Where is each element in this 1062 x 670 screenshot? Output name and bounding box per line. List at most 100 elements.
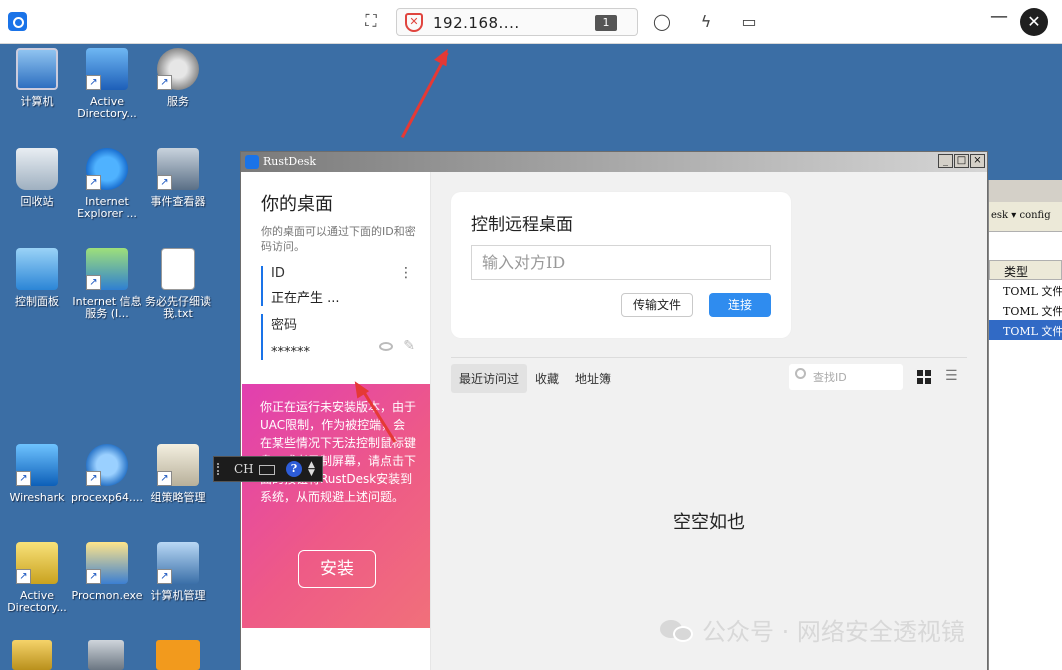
desktop-icon-label: Active Directory... [7,589,67,614]
show-password-eye-icon[interactable] [379,342,393,351]
desktop-icon-active-directory[interactable]: Active Directory... [70,48,144,120]
recycle-bin-icon [16,148,58,190]
file-row[interactable]: TOML 文件 [989,280,1062,300]
desktop-icon-label: 服务 [167,95,189,108]
rustdesk-window: RustDesk _ □ × 你的桌面 你的桌面可以通过下面的ID和密码访问。 … [240,151,988,670]
remote-control-card: 控制远程桌面 输入对方ID 传输文件 连接 [451,192,791,338]
iis-icon [86,248,128,290]
services-gear-icon [157,48,199,90]
file-row-selected[interactable]: TOML 文件 [989,320,1062,340]
procmon-icon [86,542,128,584]
column-header-type[interactable]: 类型 [989,260,1062,280]
window-title: RustDesk [263,155,317,168]
your-desktop-description: 你的桌面可以通过下面的ID和密码访问。 [261,225,416,253]
security-shield-icon[interactable]: ✕ [405,13,423,32]
desktop-icon-label: 控制面板 [15,295,59,308]
desktop-icon-label: Internet 信息服务 (I... [72,295,142,320]
computer-icon [16,48,58,90]
desktop-icon-readme[interactable]: 务必先仔细读我.txt [141,248,215,320]
desktop-icon-control-panel[interactable]: 控制面板 [0,248,74,308]
grid-view-icon[interactable] [917,370,931,384]
help-icon[interactable]: ? [286,461,302,477]
tab-recent[interactable]: 最近访问过 [451,364,528,393]
search-placeholder: 查找ID [813,371,847,384]
desktop-icon-label: Internet Explorer ... [77,195,137,220]
desktop-icon-wireshark[interactable]: Wireshark [0,444,74,504]
desktop-icon-label: Wireshark [9,491,65,504]
remote-address-field[interactable]: ✕ 192.168.... 1 [396,8,638,36]
desktop-icon-services[interactable]: 服务 [141,48,215,108]
partial-desktop-icon[interactable] [88,640,124,670]
options-arrow-icon[interactable]: ▲ ▼ [308,461,315,478]
desktop-icon-internet-explorer[interactable]: Internet Explorer ... [70,148,144,220]
rustdesk-app-icon[interactable] [8,12,27,31]
password-label: 密码 [271,318,298,333]
empty-state-text: 空空如也 [673,512,745,533]
transfer-file-button[interactable]: 传输文件 [621,293,693,317]
desktop-icon-computer-management[interactable]: 计算机管理 [141,542,215,602]
file-row[interactable]: TOML 文件 [989,300,1062,320]
window-close-button[interactable]: × [970,154,985,168]
watermark: 公众号 · 网络安全透视镜 [660,612,965,647]
id-label: ID [271,266,285,281]
active-directory-icon [16,542,58,584]
event-viewer-icon [157,148,199,190]
partial-desktop-icon[interactable] [156,640,200,670]
more-options-icon[interactable]: ⋮ [399,266,413,280]
display-number-badge[interactable]: 1 [595,15,617,31]
id-field: ID 正在产生 ... ⋮ [261,266,419,306]
desktop-icon-label: 回收站 [20,195,54,208]
desktop-icon-procmon[interactable]: Procmon.exe [70,542,144,602]
desktop-icon-iis[interactable]: Internet 信息服务 (I... [70,248,144,320]
internet-explorer-icon [86,148,128,190]
fullscreen-icon[interactable]: ⛶ [360,10,382,32]
window-maximize-button[interactable]: □ [954,154,969,168]
active-directory-icon [86,48,128,90]
section-divider [451,357,967,358]
procexp-icon [86,444,128,486]
install-button[interactable]: 安装 [298,550,376,588]
desktop-icon-computer[interactable]: 计算机 [0,48,74,108]
desktop-icon-procexp[interactable]: procexp64.... [70,444,144,504]
id-value[interactable]: 正在产生 ... [271,287,419,306]
tab-favorites[interactable]: 收藏 [527,364,567,393]
desktop-icon-label: procexp64.... [70,491,144,504]
remote-control-title: 控制远程桌面 [471,215,573,235]
window-minimize-button[interactable]: _ [938,154,953,168]
language-bar[interactable]: CH ? ▲ ▼ [213,456,323,482]
close-icon[interactable]: ✕ [1020,8,1048,36]
display-icon[interactable]: ▭ [738,10,760,32]
remote-id-input[interactable]: 输入对方ID [471,245,771,280]
chat-icon[interactable]: ◯ [651,10,673,32]
desktop-icon-recycle-bin[interactable]: 回收站 [0,148,74,208]
input-language-code[interactable]: CH [234,462,254,476]
peer-tabs: 最近访问过 收藏 地址簿 [451,364,619,393]
background-window-toolbar[interactable]: esk ▾ config [989,202,1062,232]
wireshark-icon [16,444,58,486]
desktop-icon-active-directory-2[interactable]: Active Directory... [0,542,74,614]
desktop-icon-group-policy[interactable]: 组策略管理 [141,444,215,504]
desktop-icon-label: 事件查看器 [150,195,206,208]
your-desktop-pane: 你的桌面 你的桌面可以通过下面的ID和密码访问。 ID 正在产生 ... ⋮ 密… [241,172,431,670]
desktop-icon-event-viewer[interactable]: 事件查看器 [141,148,215,208]
tab-address-book[interactable]: 地址簿 [567,364,619,393]
action-bolt-icon[interactable]: ϟ [695,10,717,32]
remote-toolbar: ⛶ ✕ 192.168.... 1 ◯ ϟ ▭ — ✕ [0,0,1062,44]
search-id-input[interactable]: 查找ID [789,364,903,390]
password-value[interactable]: ****** [271,345,419,360]
list-view-icon[interactable]: ☰ [945,369,958,383]
edit-password-pencil-icon[interactable]: ✎ [403,338,415,354]
annotation-arrow [400,52,449,139]
desktop-icon-label: 组策略管理 [150,491,206,504]
minimize-icon[interactable]: — [988,6,1010,28]
drag-handle[interactable] [217,463,229,475]
computer-management-icon [157,542,199,584]
rustdesk-titlebar[interactable]: RustDesk _ □ × [241,152,987,172]
wechat-icon [660,618,694,642]
background-window-titlebar [989,180,1062,202]
connect-button[interactable]: 连接 [709,293,771,317]
search-icon [795,368,806,379]
partial-desktop-icon[interactable] [12,640,52,670]
keyboard-icon[interactable] [259,465,275,475]
desktop-icon-label: Active Directory... [77,95,137,120]
